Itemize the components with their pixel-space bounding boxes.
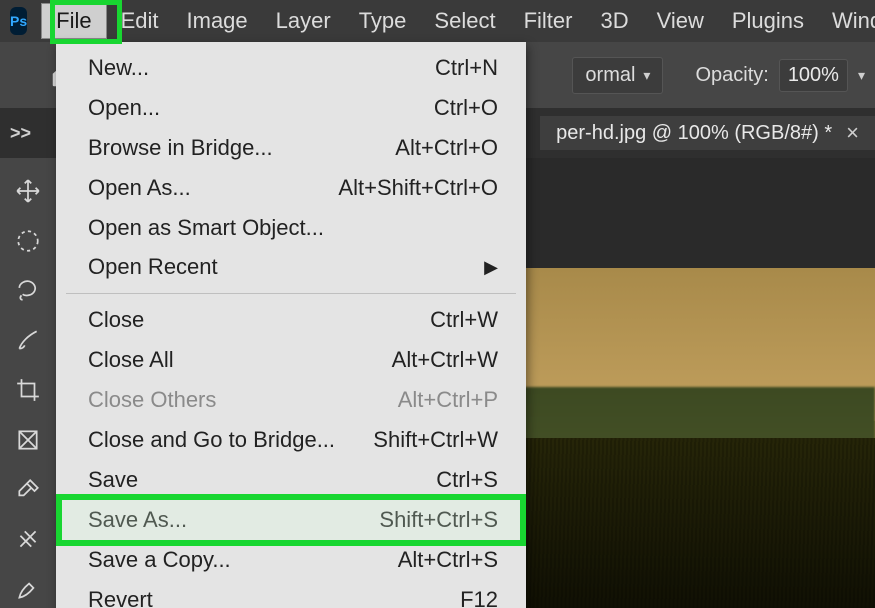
menu-separator <box>66 293 516 294</box>
close-icon[interactable]: × <box>846 120 859 146</box>
menu-item-label: Open... <box>88 92 160 124</box>
menu-item-label: Save As... <box>88 504 187 536</box>
menu-item-shortcut: Alt+Ctrl+W <box>392 344 498 376</box>
crop-tool[interactable] <box>7 371 49 409</box>
file-menu-item-open-as[interactable]: Open As... Alt+Shift+Ctrl+O <box>56 168 526 208</box>
app-logo: Ps <box>10 7 27 35</box>
frame-tool[interactable] <box>7 421 49 459</box>
document-tab[interactable]: per-hd.jpg @ 100% (RGB/8#) * × <box>540 116 875 150</box>
file-menu-item-save-a-copy[interactable]: Save a Copy... Alt+Ctrl+S <box>56 540 526 580</box>
menu-item-label: New... <box>88 52 149 84</box>
file-menu-item-open-recent[interactable]: Open Recent ▶ <box>56 247 526 287</box>
file-menu-item-open-as-smart-object[interactable]: Open as Smart Object... <box>56 208 526 248</box>
menu-item-label: Close <box>88 304 144 336</box>
marquee-tool[interactable] <box>7 222 49 260</box>
menu-filter[interactable]: Filter <box>510 2 587 40</box>
chevron-down-icon[interactable]: ▾ <box>858 67 865 84</box>
blend-mode-dropdown[interactable]: ormal ▾ <box>572 57 663 94</box>
file-menu-item-close-all[interactable]: Close All Alt+Ctrl+W <box>56 340 526 380</box>
file-menu-item-save-as[interactable]: Save As... Shift+Ctrl+S <box>56 500 526 540</box>
menu-item-shortcut: Alt+Shift+Ctrl+O <box>338 172 498 204</box>
menu-item-label: Open as Smart Object... <box>88 212 324 244</box>
menu-type[interactable]: Type <box>345 2 421 40</box>
healing-brush-tool[interactable] <box>7 520 49 558</box>
menu-item-label: Save a Copy... <box>88 544 231 576</box>
move-tool[interactable] <box>7 172 49 210</box>
menu-file[interactable]: File <box>41 3 106 39</box>
file-menu-item-browse-in-bridge[interactable]: Browse in Bridge... Alt+Ctrl+O <box>56 128 526 168</box>
file-menu-item-save[interactable]: Save Ctrl+S <box>56 460 526 500</box>
file-menu-item-new[interactable]: New... Ctrl+N <box>56 48 526 88</box>
menu-item-shortcut: Ctrl+O <box>434 92 498 124</box>
menu-layer[interactable]: Layer <box>262 2 345 40</box>
file-menu-item-close-and-go-to-bridge[interactable]: Close and Go to Bridge... Shift+Ctrl+W <box>56 420 526 460</box>
brush-tool[interactable] <box>7 321 49 359</box>
submenu-arrow-icon: ▶ <box>484 254 498 280</box>
menu-item-shortcut: Alt+Ctrl+O <box>395 132 498 164</box>
lasso-tool[interactable] <box>7 272 49 310</box>
menu-select[interactable]: Select <box>420 2 509 40</box>
menu-view[interactable]: View <box>643 2 718 40</box>
menu-item-label: Revert <box>88 584 153 608</box>
menu-bar: Ps File Edit Image Layer Type Select Fil… <box>0 0 875 42</box>
menu-item-label: Save <box>88 464 138 496</box>
menu-item-shortcut: Alt+Ctrl+P <box>398 384 498 416</box>
menu-item-label: Browse in Bridge... <box>88 132 273 164</box>
menu-3d[interactable]: 3D <box>586 2 642 40</box>
paint-brush-tool[interactable] <box>7 570 49 608</box>
menu-item-shortcut: Ctrl+W <box>430 304 498 336</box>
opacity-value[interactable]: 100% <box>779 59 848 92</box>
panel-expand-chevrons[interactable]: >> <box>10 123 31 144</box>
chevron-down-icon: ▾ <box>643 67 650 84</box>
menu-item-label: Close All <box>88 344 174 376</box>
opacity-label: Opacity: <box>695 64 768 87</box>
file-menu-item-close[interactable]: Close Ctrl+W <box>56 300 526 340</box>
menu-item-label: Open As... <box>88 172 191 204</box>
menu-item-shortcut: Alt+Ctrl+S <box>398 544 498 576</box>
menu-item-shortcut: Ctrl+S <box>436 464 498 496</box>
eyedropper-tool[interactable] <box>7 471 49 509</box>
menu-item-shortcut: Ctrl+N <box>435 52 498 84</box>
blend-mode-value: ormal <box>585 64 635 87</box>
file-dropdown-menu: New... Ctrl+N Open... Ctrl+O Browse in Bridg… <box>56 42 526 608</box>
menu-item-label: Close Others <box>88 384 216 416</box>
menu-item-shortcut: Shift+Ctrl+S <box>379 504 498 536</box>
file-menu-item-revert[interactable]: Revert F12 <box>56 580 526 608</box>
tools-panel <box>0 158 56 608</box>
menu-item-label: Close and Go to Bridge... <box>88 424 335 456</box>
menu-item-shortcut: Shift+Ctrl+W <box>373 424 498 456</box>
menu-image[interactable]: Image <box>173 2 262 40</box>
file-menu-item-open[interactable]: Open... Ctrl+O <box>56 88 526 128</box>
menu-edit[interactable]: Edit <box>107 2 173 40</box>
document-tab-title: per-hd.jpg @ 100% (RGB/8#) * <box>556 122 832 145</box>
menu-window[interactable]: Window <box>818 2 875 40</box>
menu-plugins[interactable]: Plugins <box>718 2 818 40</box>
menu-item-shortcut: F12 <box>460 584 498 608</box>
menu-item-label: Open Recent <box>88 251 218 283</box>
file-menu-item-close-others: Close Others Alt+Ctrl+P <box>56 380 526 420</box>
